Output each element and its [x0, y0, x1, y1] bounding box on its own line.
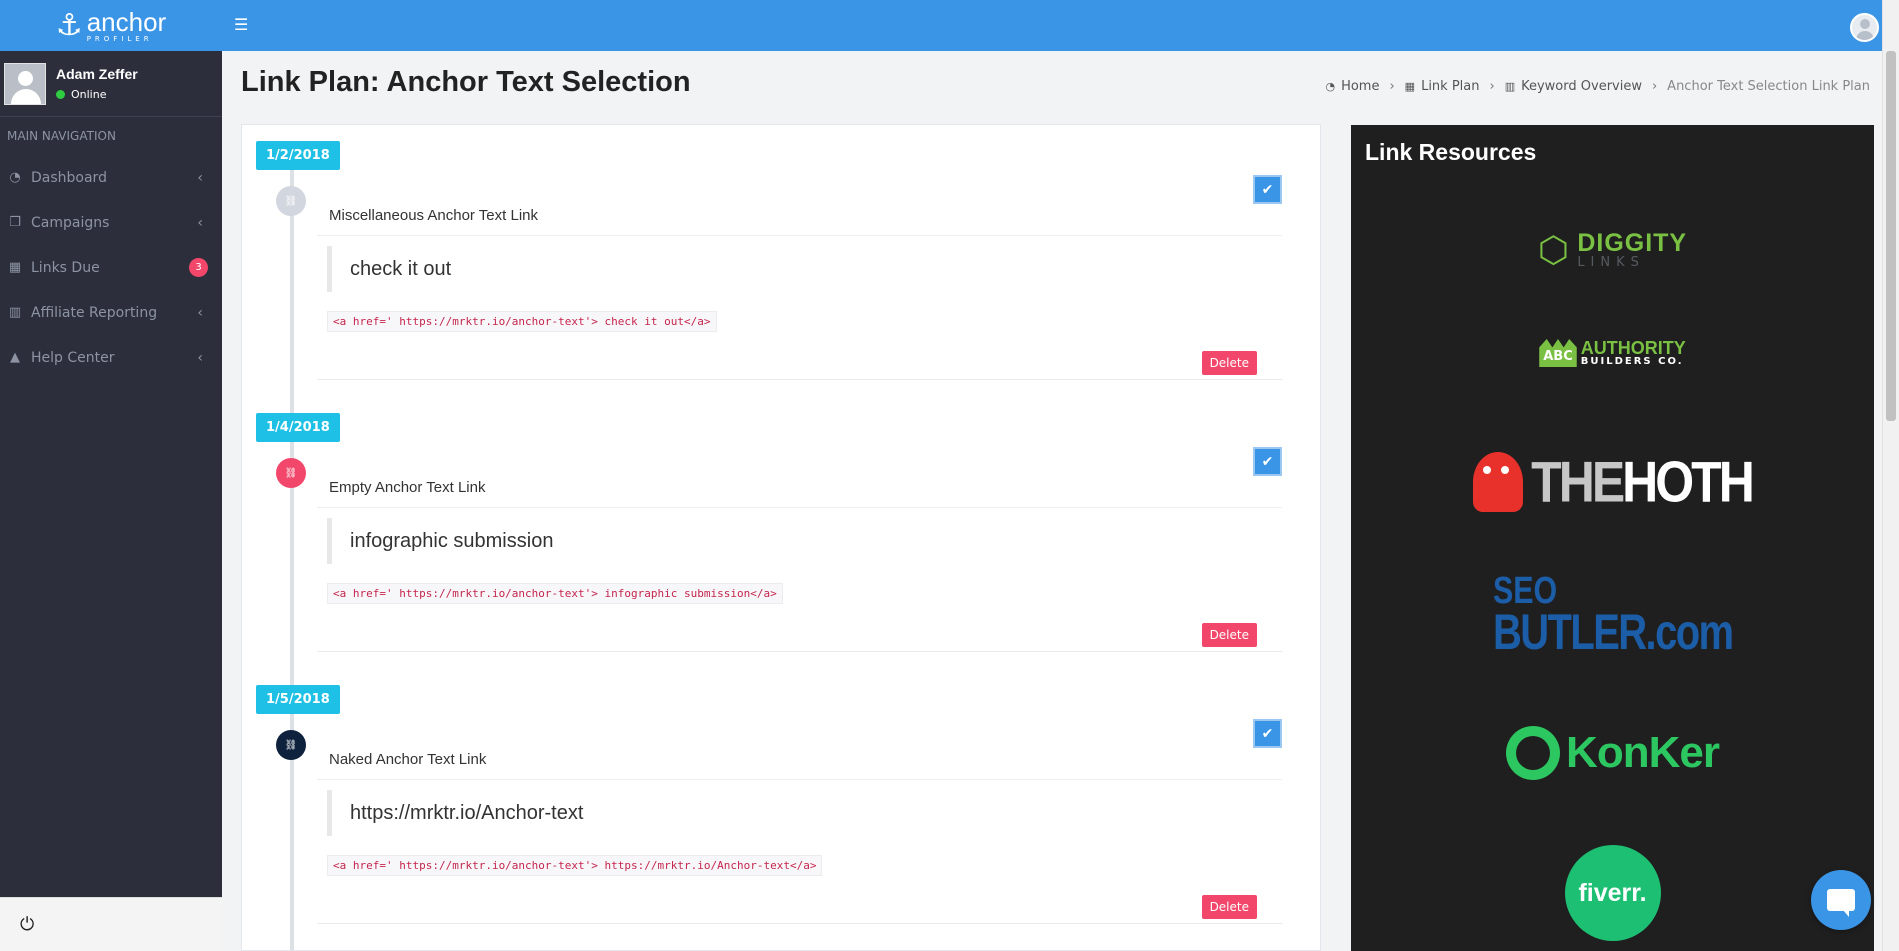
breadcrumb-keyword-overview[interactable]: ▥ Keyword Overview: [1505, 79, 1642, 94]
user-status-label: Online: [71, 88, 107, 101]
logo-subtext: PROFILER: [86, 34, 153, 43]
timeline-date-tag: 1/4/2018: [256, 413, 340, 442]
calendar-icon: ▦: [8, 260, 22, 275]
diggity-mark-icon: ⬡: [1537, 229, 1570, 271]
timeline-panel: 1/2/2018 ⛓ Miscellaneous Anchor Text Lin…: [241, 124, 1321, 951]
konker-logo[interactable]: KonKer: [1351, 718, 1874, 788]
user-status: Online: [56, 88, 138, 101]
authority-builders-logo[interactable]: ABC AUTHORITY BUILDERS CO.: [1351, 333, 1874, 373]
breadcrumb: ◔ Home › ▦ Link Plan › ▥ Keyword Overvie…: [1325, 79, 1870, 94]
power-icon[interactable]: ⏻: [20, 914, 34, 935]
sidebar-item-dashboard[interactable]: ◔ Dashboard ‹: [0, 155, 222, 200]
sidebar-item-campaigns[interactable]: ❐ Campaigns ‹: [0, 200, 222, 245]
online-status-icon: [56, 90, 65, 99]
warning-icon: ▲: [10, 350, 20, 365]
link-resources-title: Link Resources: [1365, 139, 1537, 165]
anchor-text: infographic submission: [327, 518, 553, 564]
timeline-item-title: Miscellaneous Anchor Text Link: [329, 207, 539, 224]
delete-button[interactable]: Delete: [1201, 623, 1257, 647]
chevron-left-icon: ‹: [197, 304, 203, 321]
tachometer-icon: ◔: [9, 170, 21, 185]
anchor-html-code: <a href=' https://mrktr.io/anchor-text'>…: [327, 855, 823, 876]
timeline-item: Naked Anchor Text Link ✔ https://mrktr.i…: [317, 719, 1282, 924]
sidebar-item-help-center[interactable]: ▲ Help Center ‹: [0, 335, 222, 380]
sidebar-item-label: Campaigns: [31, 214, 110, 231]
sidebar-item-links-due[interactable]: ▦ Links Due 3: [0, 245, 222, 290]
dashboard-icon: ◔: [1325, 80, 1336, 93]
delete-button[interactable]: Delete: [1201, 351, 1257, 375]
chevron-right-icon: ›: [1489, 79, 1495, 94]
timeline-item-title: Empty Anchor Text Link: [329, 479, 486, 496]
sidebar-item-label: Links Due: [31, 259, 100, 276]
anchor-text: https://mrktr.io/Anchor-text: [327, 790, 583, 836]
fiverr-logo[interactable]: fiverr.: [1351, 845, 1874, 941]
nav-header: MAIN NAVIGATION: [7, 129, 116, 143]
breadcrumb-home[interactable]: ◔ Home: [1325, 79, 1379, 94]
sidebar-item-label: Affiliate Reporting: [31, 304, 158, 321]
chevron-left-icon: ‹: [197, 169, 203, 186]
timeline-item-title: Naked Anchor Text Link: [329, 751, 487, 768]
hamburger-menu-icon[interactable]: ☰: [234, 15, 248, 34]
logo-text: anchor: [86, 6, 167, 37]
anchor-html-code: <a href=' https://mrktr.io/anchor-text'>…: [327, 583, 783, 604]
timeline-line: [290, 155, 294, 950]
complete-checkbox[interactable]: ✔: [1253, 175, 1282, 204]
hoth-monster-icon: [1473, 452, 1524, 512]
link-icon: ⛓: [276, 186, 306, 216]
check-icon: ✔: [1261, 725, 1274, 742]
timeline-item: Empty Anchor Text Link ✔ infographic sub…: [317, 447, 1282, 652]
sidebar-item-label: Dashboard: [31, 169, 107, 186]
chevron-left-icon: ‹: [197, 214, 203, 231]
bar-chart-icon: ▥: [1504, 80, 1516, 93]
sidebar-footer: ⏻: [0, 897, 222, 951]
breadcrumb-link-plan[interactable]: ▦ Link Plan: [1405, 79, 1480, 94]
anchor-logo-icon: ⚓: [55, 8, 83, 43]
user-name: Adam Zeffer: [56, 66, 138, 82]
sidebar-item-label: Help Center: [31, 349, 115, 366]
links-due-badge: 3: [189, 258, 208, 277]
user-panel: Adam Zeffer Online: [0, 51, 222, 117]
avatar: [4, 62, 46, 105]
timeline-date-tag: 1/2/2018: [256, 141, 340, 170]
crown-icon: ABC: [1539, 339, 1577, 367]
chat-widget-button[interactable]: [1811, 870, 1871, 930]
chevron-right-icon: ›: [1651, 79, 1658, 94]
chevron-right-icon: ›: [1389, 79, 1395, 94]
app-logo[interactable]: ⚓ anchor PROFILER: [0, 0, 222, 51]
diggity-links-logo[interactable]: ⬡ DIGGITY LINKS: [1351, 220, 1874, 280]
link-resources-panel: Link Resources ⬡ DIGGITY LINKS ABC AUTHO…: [1351, 125, 1874, 951]
page-title: Link Plan: Anchor Text Selection: [241, 66, 691, 98]
complete-checkbox[interactable]: ✔: [1253, 447, 1282, 476]
chat-bubble-icon: [1827, 889, 1855, 917]
copy-icon: ❐: [9, 215, 21, 230]
scrollbar-thumb[interactable]: [1886, 51, 1896, 421]
the-hoth-logo[interactable]: THE HOTH: [1351, 447, 1874, 517]
konker-mark-icon: [1506, 726, 1561, 780]
calendar-icon: ▦: [1404, 80, 1416, 93]
sidebar: ⚓ anchor PROFILER Adam Zeffer Online MAI…: [0, 0, 222, 951]
top-navbar: ☰: [222, 0, 1899, 51]
sidebar-item-affiliate-reporting[interactable]: ▥ Affiliate Reporting ‹: [0, 290, 222, 335]
bar-chart-icon: ▥: [8, 305, 22, 320]
anchor-html-code: <a href=' https://mrktr.io/anchor-text'>…: [327, 311, 717, 332]
delete-button[interactable]: Delete: [1201, 895, 1257, 919]
timeline-item: Miscellaneous Anchor Text Link ✔ check i…: [317, 175, 1282, 380]
timeline-date-tag: 1/5/2018: [256, 685, 340, 714]
check-icon: ✔: [1261, 453, 1274, 470]
chevron-left-icon: ‹: [197, 349, 203, 366]
page-scrollbar[interactable]: [1882, 0, 1899, 951]
anchor-text: check it out: [327, 246, 451, 292]
check-icon: ✔: [1261, 181, 1274, 198]
user-menu-avatar[interactable]: [1850, 13, 1879, 42]
link-icon: ⛓: [276, 458, 306, 488]
complete-checkbox[interactable]: ✔: [1253, 719, 1282, 748]
seo-butler-logo[interactable]: SEO BUTLER.com: [1351, 570, 1874, 660]
link-icon: ⛓: [276, 730, 306, 760]
breadcrumb-current: Anchor Text Selection Link Plan: [1667, 79, 1870, 94]
